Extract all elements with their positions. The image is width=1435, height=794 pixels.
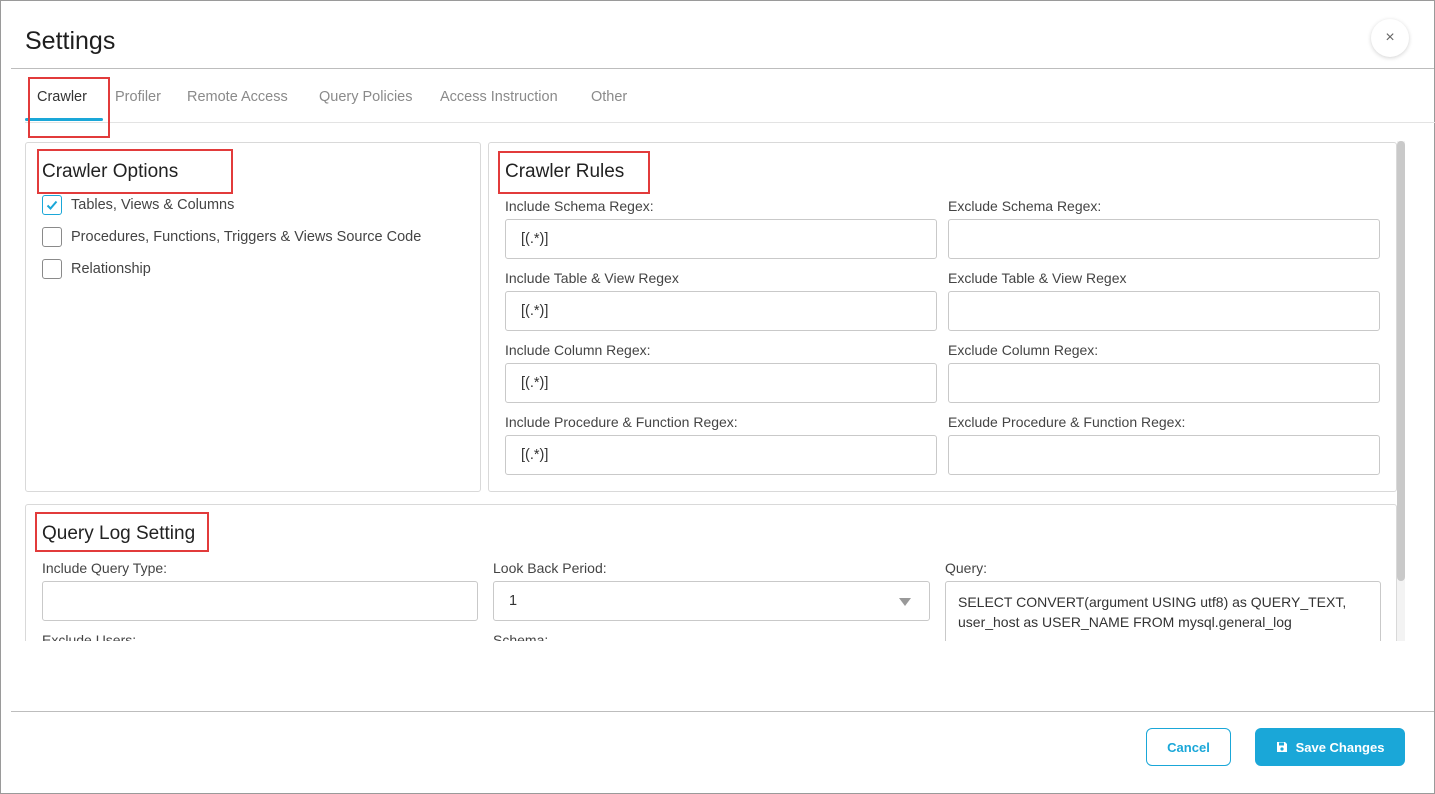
option-label: Relationship (71, 261, 151, 277)
query-textarea[interactable]: SELECT CONVERT(argument USING utf8) as Q… (945, 581, 1381, 641)
query-log-panel: Query Log Setting Include Query Type: Lo… (25, 504, 1397, 641)
crawler-options-panel: Crawler Options Tables, Views & Columns … (25, 142, 481, 492)
save-label: Save Changes (1295, 739, 1385, 755)
include-schema-label: Include Schema Regex: (505, 198, 654, 214)
include-procedure-input[interactable]: [(.*)] (505, 435, 937, 475)
include-query-type-input[interactable] (42, 581, 478, 621)
exclude-table-input[interactable] (948, 291, 1380, 331)
query-label: Query: (945, 560, 988, 576)
schema-label: Schema: (493, 632, 549, 641)
include-table-label: Include Table & View Regex (505, 270, 679, 286)
chevron-down-icon (899, 598, 911, 606)
include-schema-input[interactable]: [(.*)] (505, 219, 937, 259)
save-icon (1276, 741, 1288, 753)
crawler-options-title: Crawler Options (42, 161, 179, 182)
option-procedures-source-code[interactable]: Procedures, Functions, Triggers & Views … (42, 227, 421, 247)
option-relationship[interactable]: Relationship (42, 259, 151, 279)
exclude-schema-label: Exclude Schema Regex: (948, 198, 1102, 214)
checkmark-icon (46, 200, 58, 210)
option-label: Tables, Views & Columns (71, 197, 235, 213)
checkbox-unchecked[interactable] (42, 259, 62, 279)
crawler-rules-panel: Crawler Rules Include Schema Regex: [(.*… (488, 142, 1397, 492)
checkbox-checked[interactable] (42, 195, 62, 215)
include-table-input[interactable]: [(.*)] (505, 291, 937, 331)
exclude-schema-input[interactable] (948, 219, 1380, 259)
settings-dialog: Settings × Crawler Profiler Remote Acces… (0, 0, 1435, 794)
save-changes-button[interactable]: Save Changes (1255, 728, 1405, 766)
query-log-title: Query Log Setting (42, 523, 196, 544)
include-column-input[interactable]: [(.*)] (505, 363, 937, 403)
footer-divider (11, 711, 1434, 712)
include-query-type-label: Include Query Type: (42, 560, 168, 576)
checkbox-unchecked[interactable] (42, 227, 62, 247)
scroll-content: Crawler Options Tables, Views & Columns … (1, 1, 1435, 641)
exclude-procedure-label: Exclude Procedure & Function Regex: (948, 414, 1186, 430)
exclude-users-label: Exclude Users: (42, 632, 137, 641)
include-column-label: Include Column Regex: (505, 342, 651, 358)
look-back-period-select[interactable]: 1 (493, 581, 930, 621)
exclude-column-label: Exclude Column Regex: (948, 342, 1099, 358)
select-value: 1 (509, 593, 518, 609)
cancel-button[interactable]: Cancel (1146, 728, 1231, 766)
crawler-rules-title: Crawler Rules (505, 161, 625, 182)
option-label: Procedures, Functions, Triggers & Views … (71, 229, 422, 245)
exclude-column-input[interactable] (948, 363, 1380, 403)
exclude-procedure-input[interactable] (948, 435, 1380, 475)
exclude-table-label: Exclude Table & View Regex (948, 270, 1127, 286)
look-back-period-label: Look Back Period: (493, 560, 607, 576)
option-tables-views-columns[interactable]: Tables, Views & Columns (42, 195, 234, 215)
scrollbar-thumb[interactable] (1397, 141, 1405, 581)
include-procedure-label: Include Procedure & Function Regex: (505, 414, 738, 430)
